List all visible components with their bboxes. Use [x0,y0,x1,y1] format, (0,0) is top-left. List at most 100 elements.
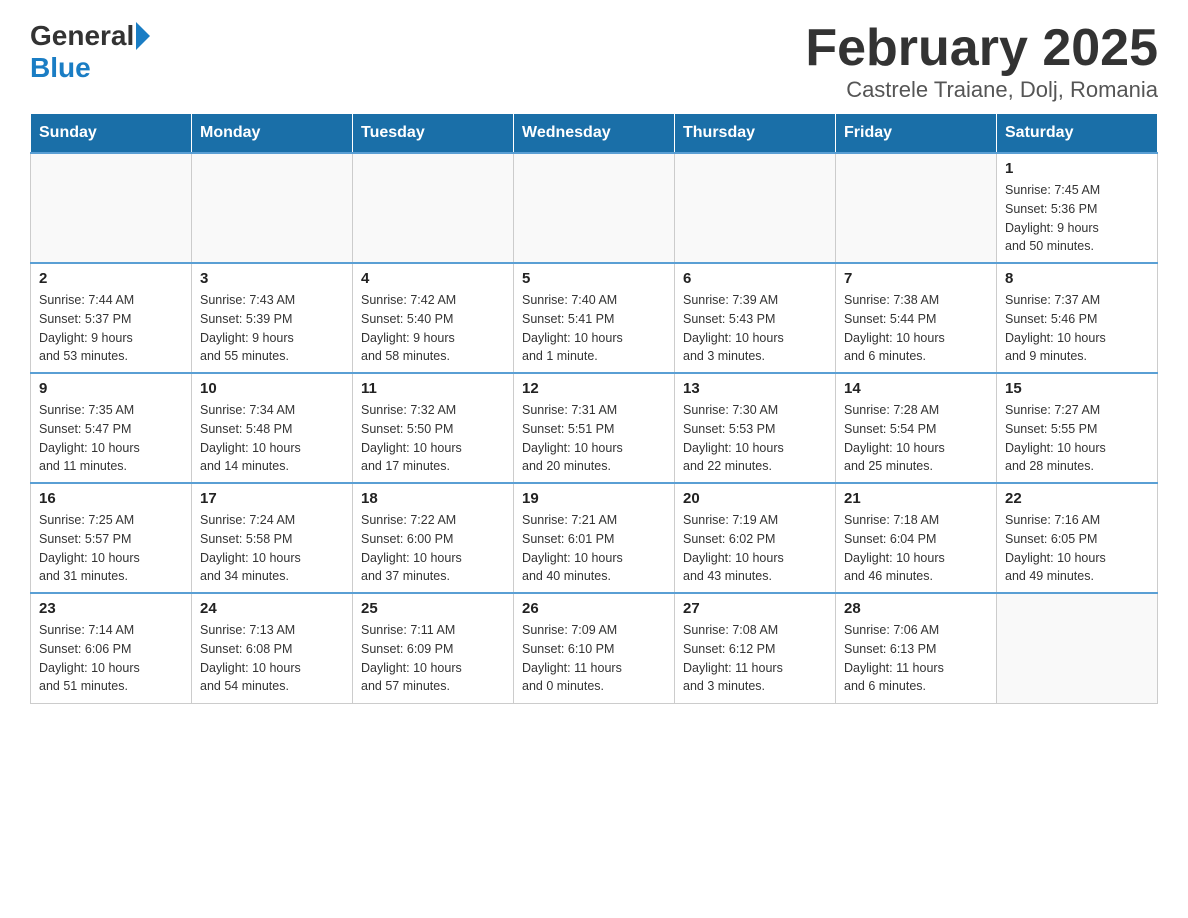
day-number: 27 [683,600,827,617]
calendar-day-cell: 18 Sunrise: 7:22 AM Sunset: 6:00 PM Dayli… [353,483,514,593]
day-info: Sunrise: 7:14 AM Sunset: 6:06 PM Dayligh… [39,621,183,696]
day-number: 24 [200,600,344,617]
calendar-day-cell: 23 Sunrise: 7:14 AM Sunset: 6:06 PM Dayli… [31,593,192,703]
calendar-title: February 2025 [805,20,1158,77]
weekday-header: Tuesday [353,114,514,154]
calendar-day-cell: 12 Sunrise: 7:31 AM Sunset: 5:51 PM Dayli… [514,373,675,483]
day-info: Sunrise: 7:22 AM Sunset: 6:00 PM Dayligh… [361,511,505,586]
calendar-day-cell: 1 Sunrise: 7:45 AM Sunset: 5:36 PM Daylig… [997,153,1158,263]
calendar-day-cell: 4Sunrise: 7:42 AM Sunset: 5:40 PM Daylig… [353,263,514,373]
day-info: Sunrise: 7:11 AM Sunset: 6:09 PM Dayligh… [361,621,505,696]
calendar-week-row: 16 Sunrise: 7:25 AM Sunset: 5:57 PM Dayli… [31,483,1158,593]
day-number: 3 [200,270,344,287]
logo-triangle-icon [136,22,150,50]
calendar-day-cell [192,153,353,263]
weekday-header: Monday [192,114,353,154]
day-number: 21 [844,490,988,507]
day-info: Sunrise: 7:21 AM Sunset: 6:01 PM Dayligh… [522,511,666,586]
calendar-day-cell: 9 Sunrise: 7:35 AM Sunset: 5:47 PM Daylig… [31,373,192,483]
day-number: 17 [200,490,344,507]
day-info: Sunrise: 7:13 AM Sunset: 6:08 PM Dayligh… [200,621,344,696]
calendar-day-cell: 10 Sunrise: 7:34 AM Sunset: 5:48 PM Dayli… [192,373,353,483]
day-number: 6 [683,270,827,287]
calendar-day-cell: 8Sunrise: 7:37 AM Sunset: 5:46 PM Daylig… [997,263,1158,373]
day-info: Sunrise: 7:09 AM Sunset: 6:10 PM Dayligh… [522,621,666,696]
day-info: Sunrise: 7:43 AM Sunset: 5:39 PM Dayligh… [200,291,344,366]
day-info: Sunrise: 7:28 AM Sunset: 5:54 PM Dayligh… [844,401,988,476]
calendar-day-cell: 19 Sunrise: 7:21 AM Sunset: 6:01 PM Dayli… [514,483,675,593]
weekday-header: Friday [836,114,997,154]
calendar-day-cell: 21Sunrise: 7:18 AM Sunset: 6:04 PM Dayli… [836,483,997,593]
calendar-day-cell: 11 Sunrise: 7:32 AM Sunset: 5:50 PM Dayli… [353,373,514,483]
day-number: 7 [844,270,988,287]
day-info: Sunrise: 7:16 AM Sunset: 6:05 PM Dayligh… [1005,511,1149,586]
day-number: 8 [1005,270,1149,287]
calendar-week-row: 2Sunrise: 7:44 AM Sunset: 5:37 PM Daylig… [31,263,1158,373]
page-header: General Blue February 2025 Castrele Trai… [30,20,1158,103]
day-number: 23 [39,600,183,617]
calendar-day-cell: 2Sunrise: 7:44 AM Sunset: 5:37 PM Daylig… [31,263,192,373]
calendar-day-cell: 17 Sunrise: 7:24 AM Sunset: 5:58 PM Dayli… [192,483,353,593]
calendar-day-cell: 6Sunrise: 7:39 AM Sunset: 5:43 PM Daylig… [675,263,836,373]
day-number: 28 [844,600,988,617]
day-info: Sunrise: 7:08 AM Sunset: 6:12 PM Dayligh… [683,621,827,696]
day-number: 10 [200,380,344,397]
calendar-day-cell [675,153,836,263]
day-info: Sunrise: 7:24 AM Sunset: 5:58 PM Dayligh… [200,511,344,586]
calendar-week-row: 23 Sunrise: 7:14 AM Sunset: 6:06 PM Dayli… [31,593,1158,703]
day-info: Sunrise: 7:45 AM Sunset: 5:36 PM Dayligh… [1005,181,1149,256]
calendar-week-row: 9 Sunrise: 7:35 AM Sunset: 5:47 PM Daylig… [31,373,1158,483]
day-number: 13 [683,380,827,397]
calendar-day-cell: 25 Sunrise: 7:11 AM Sunset: 6:09 PM Dayli… [353,593,514,703]
weekday-header: Sunday [31,114,192,154]
calendar-day-cell: 15Sunrise: 7:27 AM Sunset: 5:55 PM Dayli… [997,373,1158,483]
day-number: 5 [522,270,666,287]
weekday-header: Saturday [997,114,1158,154]
logo-blue-text: Blue [30,52,91,84]
calendar-day-cell: 14 Sunrise: 7:28 AM Sunset: 5:54 PM Dayli… [836,373,997,483]
weekday-header-row: SundayMondayTuesdayWednesdayThursdayFrid… [31,114,1158,154]
day-info: Sunrise: 7:27 AM Sunset: 5:55 PM Dayligh… [1005,401,1149,476]
day-number: 25 [361,600,505,617]
calendar-body: 1 Sunrise: 7:45 AM Sunset: 5:36 PM Daylig… [31,153,1158,703]
calendar-day-cell: 26Sunrise: 7:09 AM Sunset: 6:10 PM Dayli… [514,593,675,703]
calendar-day-cell: 24 Sunrise: 7:13 AM Sunset: 6:08 PM Dayli… [192,593,353,703]
day-number: 19 [522,490,666,507]
logo: General Blue [30,20,150,84]
day-info: Sunrise: 7:44 AM Sunset: 5:37 PM Dayligh… [39,291,183,366]
calendar-day-cell [514,153,675,263]
title-block: February 2025 Castrele Traiane, Dolj, Ro… [805,20,1158,103]
calendar-day-cell [997,593,1158,703]
day-number: 12 [522,380,666,397]
calendar-day-cell: 3 Sunrise: 7:43 AM Sunset: 5:39 PM Daylig… [192,263,353,373]
calendar-day-cell: 13 Sunrise: 7:30 AM Sunset: 5:53 PM Dayli… [675,373,836,483]
calendar-day-cell: 5Sunrise: 7:40 AM Sunset: 5:41 PM Daylig… [514,263,675,373]
day-number: 1 [1005,160,1149,177]
day-number: 14 [844,380,988,397]
logo-general-text: General [30,20,134,52]
calendar-table: SundayMondayTuesdayWednesdayThursdayFrid… [30,113,1158,704]
day-info: Sunrise: 7:31 AM Sunset: 5:51 PM Dayligh… [522,401,666,476]
day-number: 18 [361,490,505,507]
calendar-week-row: 1 Sunrise: 7:45 AM Sunset: 5:36 PM Daylig… [31,153,1158,263]
day-info: Sunrise: 7:32 AM Sunset: 5:50 PM Dayligh… [361,401,505,476]
day-info: Sunrise: 7:35 AM Sunset: 5:47 PM Dayligh… [39,401,183,476]
calendar-day-cell: 28Sunrise: 7:06 AM Sunset: 6:13 PM Dayli… [836,593,997,703]
day-number: 20 [683,490,827,507]
day-number: 11 [361,380,505,397]
calendar-day-cell: 27 Sunrise: 7:08 AM Sunset: 6:12 PM Dayli… [675,593,836,703]
day-number: 22 [1005,490,1149,507]
day-info: Sunrise: 7:25 AM Sunset: 5:57 PM Dayligh… [39,511,183,586]
day-number: 9 [39,380,183,397]
calendar-subtitle: Castrele Traiane, Dolj, Romania [805,77,1158,103]
day-number: 4 [361,270,505,287]
calendar-day-cell: 20 Sunrise: 7:19 AM Sunset: 6:02 PM Dayli… [675,483,836,593]
day-info: Sunrise: 7:38 AM Sunset: 5:44 PM Dayligh… [844,291,988,366]
day-info: Sunrise: 7:34 AM Sunset: 5:48 PM Dayligh… [200,401,344,476]
calendar-day-cell: 22 Sunrise: 7:16 AM Sunset: 6:05 PM Dayli… [997,483,1158,593]
day-info: Sunrise: 7:19 AM Sunset: 6:02 PM Dayligh… [683,511,827,586]
day-number: 16 [39,490,183,507]
calendar-header: SundayMondayTuesdayWednesdayThursdayFrid… [31,114,1158,154]
day-info: Sunrise: 7:30 AM Sunset: 5:53 PM Dayligh… [683,401,827,476]
calendar-day-cell [353,153,514,263]
